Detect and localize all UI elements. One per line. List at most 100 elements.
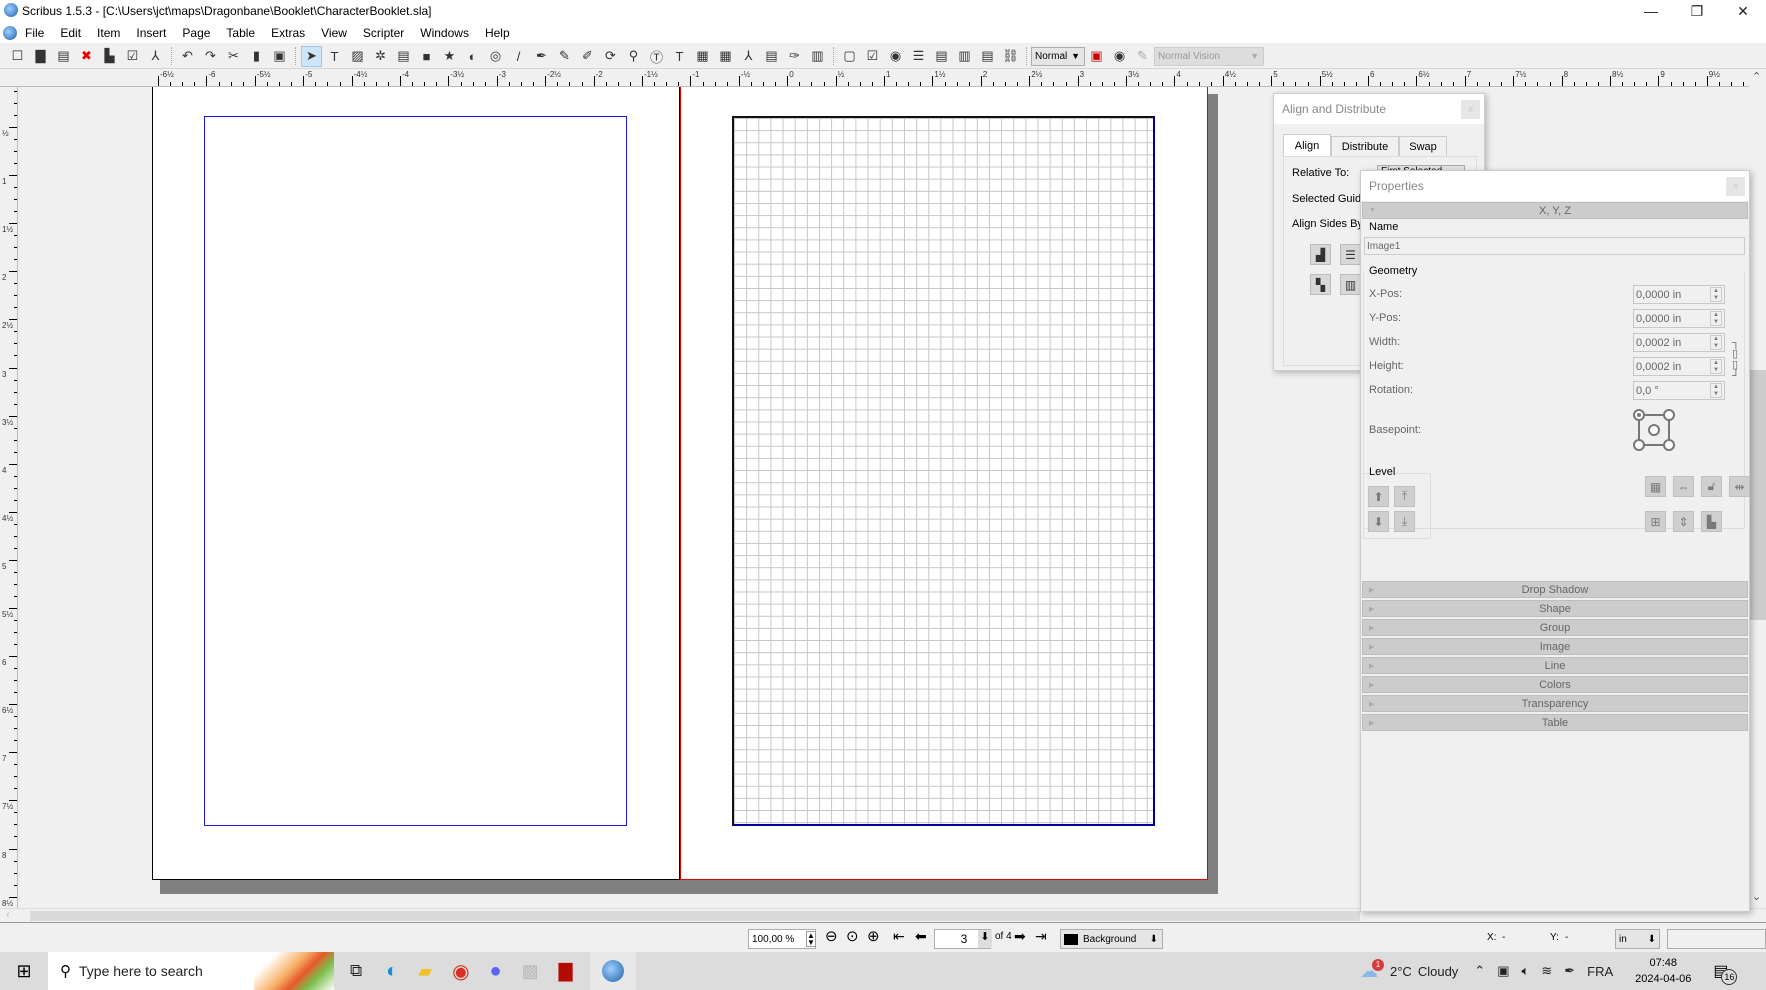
new-document-icon[interactable]: ☐: [7, 46, 28, 67]
volume-icon[interactable]: 🔈︎: [1522, 963, 1530, 979]
text-frame-icon[interactable]: T: [324, 46, 345, 67]
preview-quality-select[interactable]: Normal ▼: [1031, 46, 1085, 66]
previous-page-icon[interactable]: ⬅: [915, 928, 927, 945]
spin-arrows-icon[interactable]: ▲ ▼: [1710, 335, 1722, 350]
geometry-field-input[interactable]: 0,0002 in ▲ ▼: [1633, 333, 1725, 352]
edit-in-preview-icon[interactable]: ✎: [1132, 46, 1153, 67]
tab-align[interactable]: Align: [1283, 134, 1331, 157]
file-explorer-icon[interactable]: ▰: [418, 961, 432, 982]
pdf-checkbox-icon[interactable]: ☑: [862, 46, 883, 67]
align-panel-close-button[interactable]: x: [1461, 100, 1480, 119]
pdf-annotation-icon[interactable]: ▤: [977, 46, 998, 67]
edit-text-icon[interactable]: T: [669, 46, 690, 67]
line-icon[interactable]: /: [508, 46, 529, 67]
spin-arrows-icon[interactable]: ▲ ▼: [1710, 287, 1722, 302]
edge-icon[interactable]: ◐: [386, 960, 398, 983]
preview-mode-eye-icon[interactable]: ◉: [1109, 46, 1130, 67]
scroll-down-icon[interactable]: ⌄: [1752, 890, 1761, 903]
link-frames-icon[interactable]: ▦: [692, 46, 713, 67]
acrobat-icon[interactable]: ▇: [559, 961, 573, 982]
pdf-listbox-icon[interactable]: ▥: [954, 46, 975, 67]
section-transparency[interactable]: ▶ Transparency: [1362, 695, 1748, 712]
menu-windows[interactable]: Windows: [412, 26, 477, 40]
pdf-radio-icon[interactable]: ◉: [885, 46, 906, 67]
unit-select[interactable]: in ⬇: [1615, 929, 1660, 949]
menu-scripter[interactable]: Scripter: [355, 26, 412, 40]
rotate-icon[interactable]: ⟳: [600, 46, 621, 67]
section-colors[interactable]: ▶ Colors: [1362, 676, 1748, 693]
section-group[interactable]: ▶ Group: [1362, 619, 1748, 636]
zoom-out-icon[interactable]: ⊖: [825, 927, 838, 945]
align-top-outside-icon[interactable]: ▚: [1310, 274, 1331, 295]
cut-icon[interactable]: ✂: [223, 46, 244, 67]
measure-icon[interactable]: ⅄: [738, 46, 759, 67]
minimize-button[interactable]: —: [1628, 0, 1674, 22]
flip-horizontal-icon[interactable]: ⇔: [1673, 476, 1694, 497]
keep-ratio-chain-icon[interactable]: ┐ ▯ ▯ ┘: [1732, 338, 1740, 382]
menu-view[interactable]: View: [313, 26, 355, 40]
shape-icon[interactable]: ■: [416, 46, 437, 67]
menu-file[interactable]: File: [17, 26, 52, 40]
name-input[interactable]: Image1: [1364, 237, 1745, 255]
pdf-textfield-icon[interactable]: ☰: [908, 46, 929, 67]
copy-properties-icon[interactable]: ▤: [761, 46, 782, 67]
printing-enabled-icon[interactable]: ▙: [1701, 511, 1722, 532]
chrome-icon[interactable]: ◉: [452, 959, 469, 984]
zoom-in-icon[interactable]: ⊕: [867, 927, 880, 945]
copy-icon[interactable]: ▮: [246, 46, 267, 67]
ungroup-icon[interactable]: ⊞: [1645, 511, 1666, 532]
table-icon[interactable]: ▤: [393, 46, 414, 67]
select-icon[interactable]: ➤: [301, 45, 322, 67]
bezier-icon[interactable]: ✒: [531, 46, 552, 67]
section-shape[interactable]: ▶ Shape: [1362, 600, 1748, 617]
menu-table[interactable]: Table: [218, 26, 263, 40]
redo-icon[interactable]: ↷: [200, 46, 221, 67]
scroll-up-icon[interactable]: ⌃: [1752, 70, 1761, 83]
next-page-icon[interactable]: ➡: [1014, 928, 1026, 945]
export-pdf-icon[interactable]: ⅄: [145, 46, 166, 67]
scroll-left-icon[interactable]: ‹: [6, 909, 10, 921]
camera-icon[interactable]: ▣: [1497, 963, 1509, 979]
document-icon[interactable]: [3, 25, 17, 40]
scribus-taskbar-icon[interactable]: [590, 952, 637, 990]
page-select-arrow-icon[interactable]: ⬇: [978, 930, 992, 948]
geometry-field-input[interactable]: 0,0000 in ▲ ▼: [1633, 285, 1725, 304]
section-xyz[interactable]: ▼ X, Y, Z: [1362, 202, 1748, 219]
polygon-icon[interactable]: ★: [439, 46, 460, 67]
right-page[interactable]: [680, 87, 1208, 880]
menu-extras[interactable]: Extras: [263, 26, 313, 40]
paste-icon[interactable]: ▣: [269, 46, 290, 67]
language-indicator[interactable]: FRA: [1587, 964, 1613, 979]
horizontal-scroll-thumb[interactable]: [30, 911, 1360, 921]
section-image[interactable]: ▶ Image: [1362, 638, 1748, 655]
preflight-check-icon[interactable]: ☑: [122, 46, 143, 67]
tab-distribute[interactable]: Distribute: [1331, 136, 1399, 157]
raise-icon[interactable]: ⬆: [1368, 486, 1389, 507]
grid-image-frame[interactable]: [732, 116, 1155, 826]
print-icon[interactable]: ▙: [99, 46, 120, 67]
zoom-icon[interactable]: ⚲: [623, 46, 644, 67]
spin-arrows-icon[interactable]: ▲ ▼: [1710, 383, 1722, 398]
zoom-spin-icon[interactable]: ▲ ▼: [806, 931, 816, 947]
unlink-frames-icon[interactable]: ▦: [715, 46, 736, 67]
render-frame-icon[interactable]: ✲: [370, 46, 391, 67]
eyedropper-icon[interactable]: ✑: [784, 46, 805, 67]
edit-contents-icon[interactable]: Ⓣ: [646, 46, 667, 67]
section-table[interactable]: ▶ Table: [1362, 714, 1748, 731]
basepoint-center[interactable]: [1648, 424, 1660, 436]
menu-item[interactable]: Item: [89, 26, 128, 40]
vertical-scroll-thumb[interactable]: [1749, 370, 1766, 620]
show-hidden-icons-chevron[interactable]: ⌃: [1474, 963, 1485, 979]
freehand-icon[interactable]: ✎: [554, 46, 575, 67]
lower-to-bottom-icon[interactable]: ⤓: [1394, 511, 1415, 532]
pdf-button-icon[interactable]: ▢: [839, 46, 860, 67]
group-icon[interactable]: ▦: [1645, 476, 1666, 497]
close-window-button[interactable]: ✕: [1720, 0, 1766, 22]
lock-size-icon[interactable]: ⇹: [1729, 476, 1750, 497]
notifications-icon[interactable]: ▤ 16: [1713, 961, 1738, 985]
flip-vertical-icon[interactable]: ⇕: [1673, 511, 1694, 532]
gimp-icon[interactable]: ▩: [522, 961, 539, 982]
spin-arrows-icon[interactable]: ▲ ▼: [1710, 311, 1722, 326]
align-left-icon[interactable]: ☰: [1340, 244, 1361, 265]
horizontal-ruler[interactable]: -6½ -6 -5½ -5 -4½ -4 -3½ -3 -2½ -2 -1½ -1 -½ 0 ½ 1 1½ 2 2½…: [0, 70, 1766, 87]
